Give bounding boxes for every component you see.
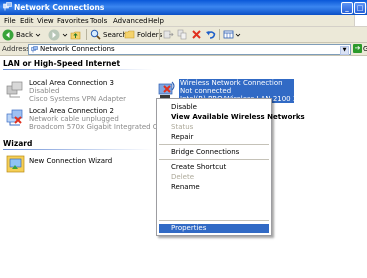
group-divider <box>3 69 153 70</box>
search-button[interactable]: Search <box>90 28 127 41</box>
wireless-disconnected-icon <box>158 81 175 98</box>
menu-item-repair[interactable]: Repair <box>171 133 193 141</box>
copy-to-icon <box>177 29 187 40</box>
group-divider <box>3 149 153 150</box>
move-to-button[interactable] <box>163 28 174 41</box>
back-button[interactable]: Back <box>2 28 41 41</box>
delete-x-icon <box>192 30 201 39</box>
toolbar-separator <box>159 29 160 40</box>
menu-advanced[interactable]: Advanced <box>113 17 148 25</box>
connection-name: Local Area Connection 2 <box>29 107 114 115</box>
go-button[interactable]: ➔ <box>353 44 362 53</box>
menu-view[interactable]: View <box>37 17 54 25</box>
network-connections-icon <box>3 2 12 11</box>
toolbar-separator <box>219 29 220 40</box>
menu-item-rename[interactable]: Rename <box>171 183 200 191</box>
wizard-label: New Connection Wizard <box>29 157 113 165</box>
connection-device: Cisco Systems VPN Adapter <box>29 95 127 103</box>
forward-arrow-icon <box>48 29 60 40</box>
menu-item-disable[interactable]: Disable <box>171 103 197 111</box>
context-menu: Disable View Available Wireless Networks… <box>156 98 305 236</box>
undo-icon <box>206 31 216 39</box>
menu-separator <box>159 144 269 145</box>
chevron-down-icon <box>35 33 41 37</box>
menu-item-bridge-connections[interactable]: Bridge Connections <box>171 148 239 156</box>
address-value: Network Connections <box>40 45 115 53</box>
network-connections-icon <box>31 46 38 53</box>
forward-button[interactable] <box>48 28 68 41</box>
connection-status: Disabled <box>29 87 60 95</box>
title-bar[interactable]: Network Connections _ □ <box>0 0 367 15</box>
undo-button[interactable] <box>205 28 216 41</box>
menu-item-delete: Delete <box>171 173 194 181</box>
address-field[interactable]: Network Connections ▼ <box>28 44 351 55</box>
window-title: Network Connections <box>14 3 105 12</box>
chevron-down-icon <box>62 33 68 37</box>
folders-icon <box>124 30 135 39</box>
up-folder-icon <box>70 31 81 40</box>
up-folder-button[interactable] <box>70 28 81 41</box>
copy-to-button[interactable] <box>177 28 188 41</box>
connection-name: Wireless Network Connection <box>180 79 283 87</box>
menu-file[interactable]: File <box>4 17 16 25</box>
move-to-icon <box>163 30 174 39</box>
connection-status: Network cable unplugged <box>29 115 119 123</box>
connection-name: Local Area Connection 3 <box>29 79 114 87</box>
menu-item-status: Status <box>171 123 194 131</box>
search-icon <box>90 29 101 40</box>
connection-status: Not connected <box>180 87 232 95</box>
menu-edit[interactable]: Edit <box>20 17 34 25</box>
back-label: Back <box>16 30 33 39</box>
maximize-button[interactable]: □ <box>354 2 366 14</box>
new-connection-wizard-icon <box>6 155 25 173</box>
menu-favorites[interactable]: Favorites <box>57 17 89 25</box>
chevron-down-icon <box>235 33 241 37</box>
address-bar: Address Network Connections ▼ ➔ G <box>0 43 367 56</box>
menu-separator <box>159 220 269 221</box>
back-arrow-icon <box>2 29 14 40</box>
lan-unplugged-icon <box>6 109 23 126</box>
lan-disabled-icon <box>6 81 23 98</box>
go-label[interactable]: G <box>363 45 367 53</box>
menu-help[interactable]: Help <box>148 17 164 25</box>
views-icon <box>223 30 234 39</box>
delete-button[interactable] <box>191 28 202 41</box>
address-label: Address <box>2 45 30 53</box>
toolbar: Back Search Folders <box>0 27 367 43</box>
menu-item-create-shortcut[interactable]: Create Shortcut <box>171 163 226 171</box>
group-header-wizard: Wizard <box>3 139 33 148</box>
toolbar-separator <box>86 29 87 40</box>
menu-tools[interactable]: Tools <box>90 17 107 25</box>
menu-item-properties[interactable]: Properties <box>171 224 206 232</box>
windows-logo <box>354 15 367 26</box>
connection-device: Broadcom 570x Gigabit Integrated C... <box>29 123 165 131</box>
views-button[interactable] <box>223 28 241 41</box>
folders-button[interactable]: Folders <box>124 28 162 41</box>
menu-separator <box>159 159 269 160</box>
group-header-lan: LAN or High-Speed Internet <box>3 59 121 68</box>
address-dropdown-button[interactable]: ▼ <box>340 46 349 55</box>
minimize-button[interactable]: _ <box>341 2 353 14</box>
menu-item-view-wireless-networks[interactable]: View Available Wireless Networks <box>171 113 305 121</box>
menu-bar: File Edit View Favorites Tools Advanced … <box>0 15 367 27</box>
